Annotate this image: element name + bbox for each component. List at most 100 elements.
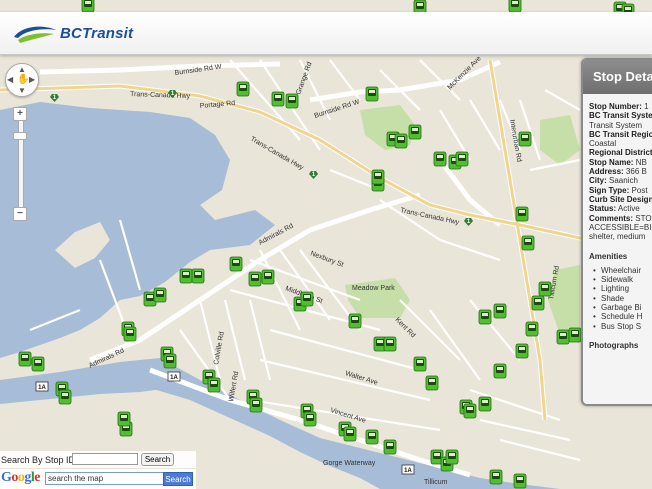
bus-stop-marker[interactable] xyxy=(365,429,379,445)
comments-label: Comments: xyxy=(589,213,634,223)
bus-stop-marker[interactable] xyxy=(513,473,527,489)
map-search-input[interactable] xyxy=(45,472,166,485)
bus-stop-marker[interactable] xyxy=(300,291,314,307)
swoosh-icon xyxy=(14,26,56,43)
bus-stop-marker[interactable] xyxy=(568,327,582,343)
bus-stop-marker[interactable] xyxy=(556,329,570,345)
region-value: Coastal xyxy=(589,139,617,149)
bus-stop-marker[interactable] xyxy=(229,256,243,272)
hand-icon[interactable]: ✋ xyxy=(17,74,29,85)
pan-left-icon[interactable]: ◀ xyxy=(7,75,13,84)
pan-up-icon[interactable]: ▲ xyxy=(18,65,26,74)
bus-stop-marker[interactable] xyxy=(489,469,503,485)
bus-stop-marker[interactable] xyxy=(455,151,469,167)
bus-stop-marker[interactable] xyxy=(117,411,131,427)
bus-stop-marker[interactable] xyxy=(383,439,397,455)
name-value: NB xyxy=(635,157,647,167)
bc-transit-logo[interactable]: BCTransit xyxy=(12,24,142,46)
bus-stop-marker[interactable] xyxy=(348,313,362,329)
svg-text:1A: 1A xyxy=(38,385,46,391)
bus-stop-marker[interactable] xyxy=(303,411,317,427)
bus-stop-marker[interactable] xyxy=(508,0,522,13)
stop-number-label: Stop Number: xyxy=(589,102,642,111)
amenity-item: Lighting xyxy=(593,284,652,294)
place-label-meadow-park: Meadow Park xyxy=(352,285,395,292)
bus-stop-marker[interactable] xyxy=(371,169,385,185)
bus-stop-marker[interactable] xyxy=(179,268,193,284)
sign-value: Post xyxy=(631,185,648,195)
zoom-in-button[interactable]: + xyxy=(13,107,27,121)
bus-stop-marker[interactable] xyxy=(81,0,95,13)
bus-stop-marker[interactable] xyxy=(207,377,221,393)
pan-right-icon[interactable]: ▶ xyxy=(29,75,35,84)
bus-stop-marker[interactable] xyxy=(413,356,427,372)
bus-stop-marker[interactable] xyxy=(478,309,492,325)
address-label: Address: xyxy=(589,167,624,177)
zoom-out-button[interactable]: − xyxy=(13,207,27,221)
address-value: 366 B xyxy=(625,167,647,177)
amenity-item: Sidewalk xyxy=(593,275,652,285)
bus-stop-marker[interactable] xyxy=(493,303,507,319)
bus-stop-marker[interactable] xyxy=(31,356,45,372)
status-label: Status: xyxy=(589,204,617,214)
city-value: Saanich xyxy=(609,176,638,186)
amenities-heading: Amenities xyxy=(589,252,628,262)
stop-number-value: 1 xyxy=(644,102,649,111)
bus-stop-marker[interactable] xyxy=(493,363,507,379)
amenity-item: Garbage Bi xyxy=(593,303,652,313)
bus-stop-marker[interactable] xyxy=(383,336,397,352)
bus-stop-marker[interactable] xyxy=(123,326,137,342)
bus-stop-marker[interactable] xyxy=(531,295,545,311)
stop-id-input[interactable] xyxy=(72,453,138,465)
stop-search-box: Search By Stop ID Search xyxy=(0,451,196,468)
bus-stop-marker[interactable] xyxy=(445,449,459,465)
amenities-list: Wheelchair Sidewalk Lighting Shade Garba… xyxy=(589,266,652,331)
bus-stop-marker[interactable] xyxy=(365,86,379,102)
bus-stop-marker[interactable] xyxy=(58,389,72,405)
bus-stop-marker[interactable] xyxy=(408,124,422,140)
system-value: Transit System xyxy=(589,120,643,130)
bus-stop-marker[interactable] xyxy=(425,375,439,391)
bus-stop-marker[interactable] xyxy=(191,268,205,284)
svg-text:1A: 1A xyxy=(170,375,178,381)
bus-stop-marker[interactable] xyxy=(521,235,535,251)
stop-details-panel: Stop Details Stop Number: 1 BC Transit S… xyxy=(581,58,652,406)
google-search-bar: Google Search xyxy=(0,469,196,489)
comments-value: STO xyxy=(635,213,652,223)
bus-stop-marker[interactable] xyxy=(163,353,177,369)
bus-stop-marker[interactable] xyxy=(18,351,32,367)
name-label: Stop Name: xyxy=(589,157,634,167)
bus-stop-marker[interactable] xyxy=(236,81,250,97)
google-logo: Google xyxy=(1,470,40,485)
amenity-item: Shade xyxy=(593,294,652,304)
bus-stop-marker[interactable] xyxy=(463,403,477,419)
header-bar: BCTransit xyxy=(0,12,652,55)
bus-stop-marker[interactable] xyxy=(271,91,285,107)
pan-control[interactable]: ▲ ◀ ▶ ▼ ✋ xyxy=(5,63,39,97)
bus-stop-marker[interactable] xyxy=(153,287,167,303)
bus-stop-marker[interactable] xyxy=(249,397,263,413)
bus-stop-marker[interactable] xyxy=(515,206,529,222)
map-search-button[interactable]: Search xyxy=(163,472,193,486)
bus-stop-marker[interactable] xyxy=(525,321,539,337)
place-label-gorge-waterway: Gorge Waterway xyxy=(323,460,376,467)
photographs-heading: Photographs xyxy=(589,340,639,350)
bus-stop-marker[interactable] xyxy=(394,133,408,149)
bus-stop-marker[interactable] xyxy=(518,131,532,147)
bus-stop-marker[interactable] xyxy=(433,151,447,167)
bus-stop-marker[interactable] xyxy=(343,426,357,442)
zoom-slider-handle[interactable] xyxy=(13,132,27,140)
map-canvas[interactable]: Trans-Canada Hwy Trans-Canada Hwy Trans-… xyxy=(0,0,652,489)
bus-stop-marker[interactable] xyxy=(248,271,262,287)
bus-stop-marker[interactable] xyxy=(515,343,529,359)
status-value: Active xyxy=(617,204,640,214)
pan-down-icon[interactable]: ▼ xyxy=(18,86,26,95)
system-label: BC Transit System: xyxy=(589,111,652,121)
bus-stop-marker[interactable] xyxy=(538,281,552,297)
bus-stop-marker[interactable] xyxy=(285,93,299,109)
panel-body: Stop Number: 1 BC Transit System: Transi… xyxy=(583,94,652,350)
stop-search-button[interactable]: Search xyxy=(141,453,174,466)
stop-search-label: Search By Stop ID xyxy=(1,455,76,465)
bus-stop-marker[interactable] xyxy=(478,396,492,412)
bus-stop-marker[interactable] xyxy=(261,269,275,285)
